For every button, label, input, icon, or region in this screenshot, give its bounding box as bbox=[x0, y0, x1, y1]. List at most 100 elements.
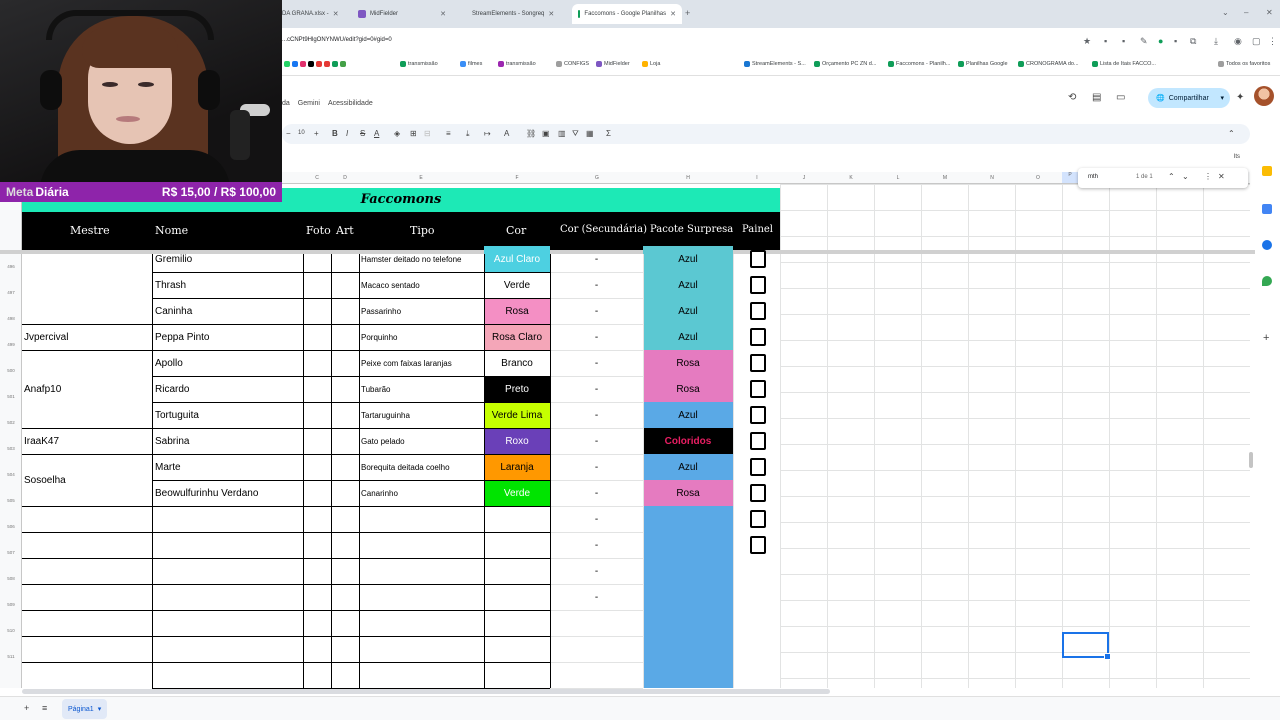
cor-cell[interactable] bbox=[484, 610, 550, 636]
cor-cell[interactable]: Azul Claro bbox=[484, 246, 550, 272]
column-letter[interactable]: D bbox=[337, 175, 353, 181]
tipo-cell[interactable]: Tubarão bbox=[361, 376, 482, 402]
insert-chart-icon[interactable]: ▥ bbox=[558, 129, 566, 138]
column-letter[interactable]: N bbox=[984, 175, 1000, 181]
collapse-toolbar-icon[interactable]: ⌃ bbox=[1228, 129, 1235, 138]
row-number[interactable]: 500 bbox=[0, 368, 22, 373]
decrease-font-icon[interactable]: − bbox=[286, 129, 291, 138]
comments-icon[interactable]: ▤ bbox=[1092, 92, 1101, 103]
url-field[interactable]: ...cCNPt9HlgONYNWU/edit?gid=0#gid=0 bbox=[282, 37, 392, 43]
tipo-cell[interactable] bbox=[361, 636, 482, 662]
bookmark-item[interactable]: Todos os favoritos bbox=[1218, 61, 1270, 67]
italic-icon[interactable]: I bbox=[346, 129, 348, 138]
row-number[interactable]: 511 bbox=[0, 654, 22, 659]
tasks-icon[interactable] bbox=[1262, 204, 1272, 214]
close-tab-icon[interactable]: ✕ bbox=[440, 10, 446, 18]
row-number[interactable]: 502 bbox=[0, 420, 22, 425]
cor-cell[interactable] bbox=[484, 636, 550, 662]
download-icon[interactable]: ⤓ bbox=[1214, 36, 1218, 47]
increase-font-icon[interactable]: + bbox=[314, 129, 319, 138]
tipo-cell[interactable] bbox=[361, 558, 482, 584]
painel-checkbox[interactable] bbox=[750, 432, 766, 450]
pacote-surpresa-cell[interactable]: Coloridos bbox=[643, 428, 733, 454]
nome-cell[interactable]: Caninha bbox=[155, 298, 302, 324]
bookmark-item[interactable]: Orçamento PC ZN d... bbox=[814, 61, 876, 67]
column-letter[interactable]: H bbox=[680, 175, 696, 181]
cor-cell[interactable]: Rosa Claro bbox=[484, 324, 550, 350]
empty-grid-area[interactable] bbox=[780, 184, 1250, 688]
cor-secundaria-cell[interactable]: - bbox=[550, 532, 643, 558]
horizontal-scrollbar[interactable] bbox=[22, 689, 830, 694]
meet-icon[interactable]: ▭ bbox=[1116, 92, 1125, 103]
nome-cell[interactable]: Ricardo bbox=[155, 376, 302, 402]
pacote-surpresa-cell[interactable]: Azul bbox=[643, 298, 733, 324]
row-number[interactable]: 501 bbox=[0, 394, 22, 399]
all-sheets-icon[interactable]: ≡ bbox=[42, 703, 47, 713]
pacote-surpresa-cell[interactable] bbox=[643, 636, 733, 662]
insert-link-icon[interactable]: ⛓ bbox=[526, 129, 536, 138]
pacote-surpresa-cell[interactable] bbox=[643, 558, 733, 584]
row-number[interactable]: 510 bbox=[0, 628, 22, 633]
add-sheet-icon[interactable]: + bbox=[24, 703, 29, 713]
painel-checkbox[interactable] bbox=[750, 302, 766, 320]
nome-cell[interactable] bbox=[155, 636, 302, 662]
new-tab-icon[interactable]: + bbox=[685, 8, 690, 18]
row-number[interactable]: 497 bbox=[0, 290, 22, 295]
cor-cell[interactable] bbox=[484, 506, 550, 532]
close-tab-icon[interactable]: ✕ bbox=[333, 10, 339, 18]
nome-cell[interactable] bbox=[155, 662, 302, 688]
cor-secundaria-cell[interactable]: - bbox=[550, 324, 643, 350]
column-letter[interactable]: J bbox=[796, 175, 812, 181]
column-letter[interactable]: L bbox=[890, 175, 906, 181]
column-letter[interactable]: P bbox=[1062, 172, 1078, 183]
bookmark-item[interactable]: StreamElements - S... bbox=[744, 61, 806, 67]
pacote-surpresa-cell[interactable]: Azul bbox=[643, 324, 733, 350]
cor-cell[interactable] bbox=[484, 662, 550, 688]
cor-secundaria-cell[interactable] bbox=[550, 662, 643, 688]
strikethrough-icon[interactable]: S bbox=[360, 129, 365, 138]
menu-item-accessibility[interactable]: Acessibilidade bbox=[328, 100, 373, 107]
painel-checkbox[interactable] bbox=[750, 484, 766, 502]
mestre-cell[interactable]: Jvpercival bbox=[24, 324, 150, 350]
nome-cell[interactable]: Apollo bbox=[155, 350, 302, 376]
pacote-surpresa-cell[interactable] bbox=[643, 662, 733, 688]
row-number[interactable]: 505 bbox=[0, 498, 22, 503]
tipo-cell[interactable] bbox=[361, 610, 482, 636]
nome-cell[interactable]: Thrash bbox=[155, 272, 302, 298]
row-number[interactable]: 504 bbox=[0, 472, 22, 477]
close-tab-icon[interactable]: ✕ bbox=[548, 10, 554, 18]
chevron-down-icon[interactable]: ⌄ bbox=[1182, 172, 1189, 181]
painel-checkbox[interactable] bbox=[750, 328, 766, 346]
bookmark-item[interactable]: transmissão bbox=[400, 61, 438, 67]
close-icon[interactable]: ✕ bbox=[1218, 172, 1225, 181]
cor-cell[interactable]: Rosa bbox=[484, 298, 550, 324]
bookmark-item[interactable]: Planilhas Google bbox=[958, 61, 1008, 67]
pacote-surpresa-cell[interactable]: Azul bbox=[643, 246, 733, 272]
more-options-icon[interactable]: ⋮ bbox=[1204, 172, 1212, 181]
nome-cell[interactable]: Sabrina bbox=[155, 428, 302, 454]
cor-secundaria-cell[interactable]: - bbox=[550, 558, 643, 584]
painel-checkbox[interactable] bbox=[750, 380, 766, 398]
bookmark-item[interactable]: CONFIGS bbox=[556, 61, 589, 67]
row-number[interactable]: 509 bbox=[0, 602, 22, 607]
find-input[interactable]: mth bbox=[1088, 174, 1098, 180]
painel-checkbox[interactable] bbox=[750, 458, 766, 476]
tipo-cell[interactable]: Porquinho bbox=[361, 324, 482, 350]
borders-icon[interactable]: ⊞ bbox=[410, 129, 417, 138]
cor-cell[interactable]: Preto bbox=[484, 376, 550, 402]
extension-icon[interactable]: ▪ bbox=[1174, 36, 1177, 46]
tipo-cell[interactable]: Tartaruguinha bbox=[361, 402, 482, 428]
vertical-scrollbar[interactable] bbox=[1249, 452, 1253, 468]
bookmark-item[interactable]: transmissão bbox=[498, 61, 536, 67]
bookmark-item[interactable]: filmes bbox=[460, 61, 482, 67]
share-button[interactable]: 🌐 Compartilhar ▾ bbox=[1148, 88, 1230, 108]
tipo-cell[interactable]: Passarinho bbox=[361, 298, 482, 324]
filter-views-icon[interactable]: ▦ bbox=[586, 129, 594, 138]
column-letter[interactable]: K bbox=[843, 175, 859, 181]
extension-icon[interactable]: ✎ bbox=[1140, 36, 1148, 47]
split-icon[interactable]: ▢ bbox=[1252, 36, 1261, 47]
tipo-cell[interactable] bbox=[361, 662, 482, 688]
mestre-cell[interactable]: Anafp10 bbox=[24, 350, 150, 428]
profile-icon[interactable]: ◉ bbox=[1234, 36, 1242, 47]
painel-checkbox[interactable] bbox=[750, 536, 766, 554]
